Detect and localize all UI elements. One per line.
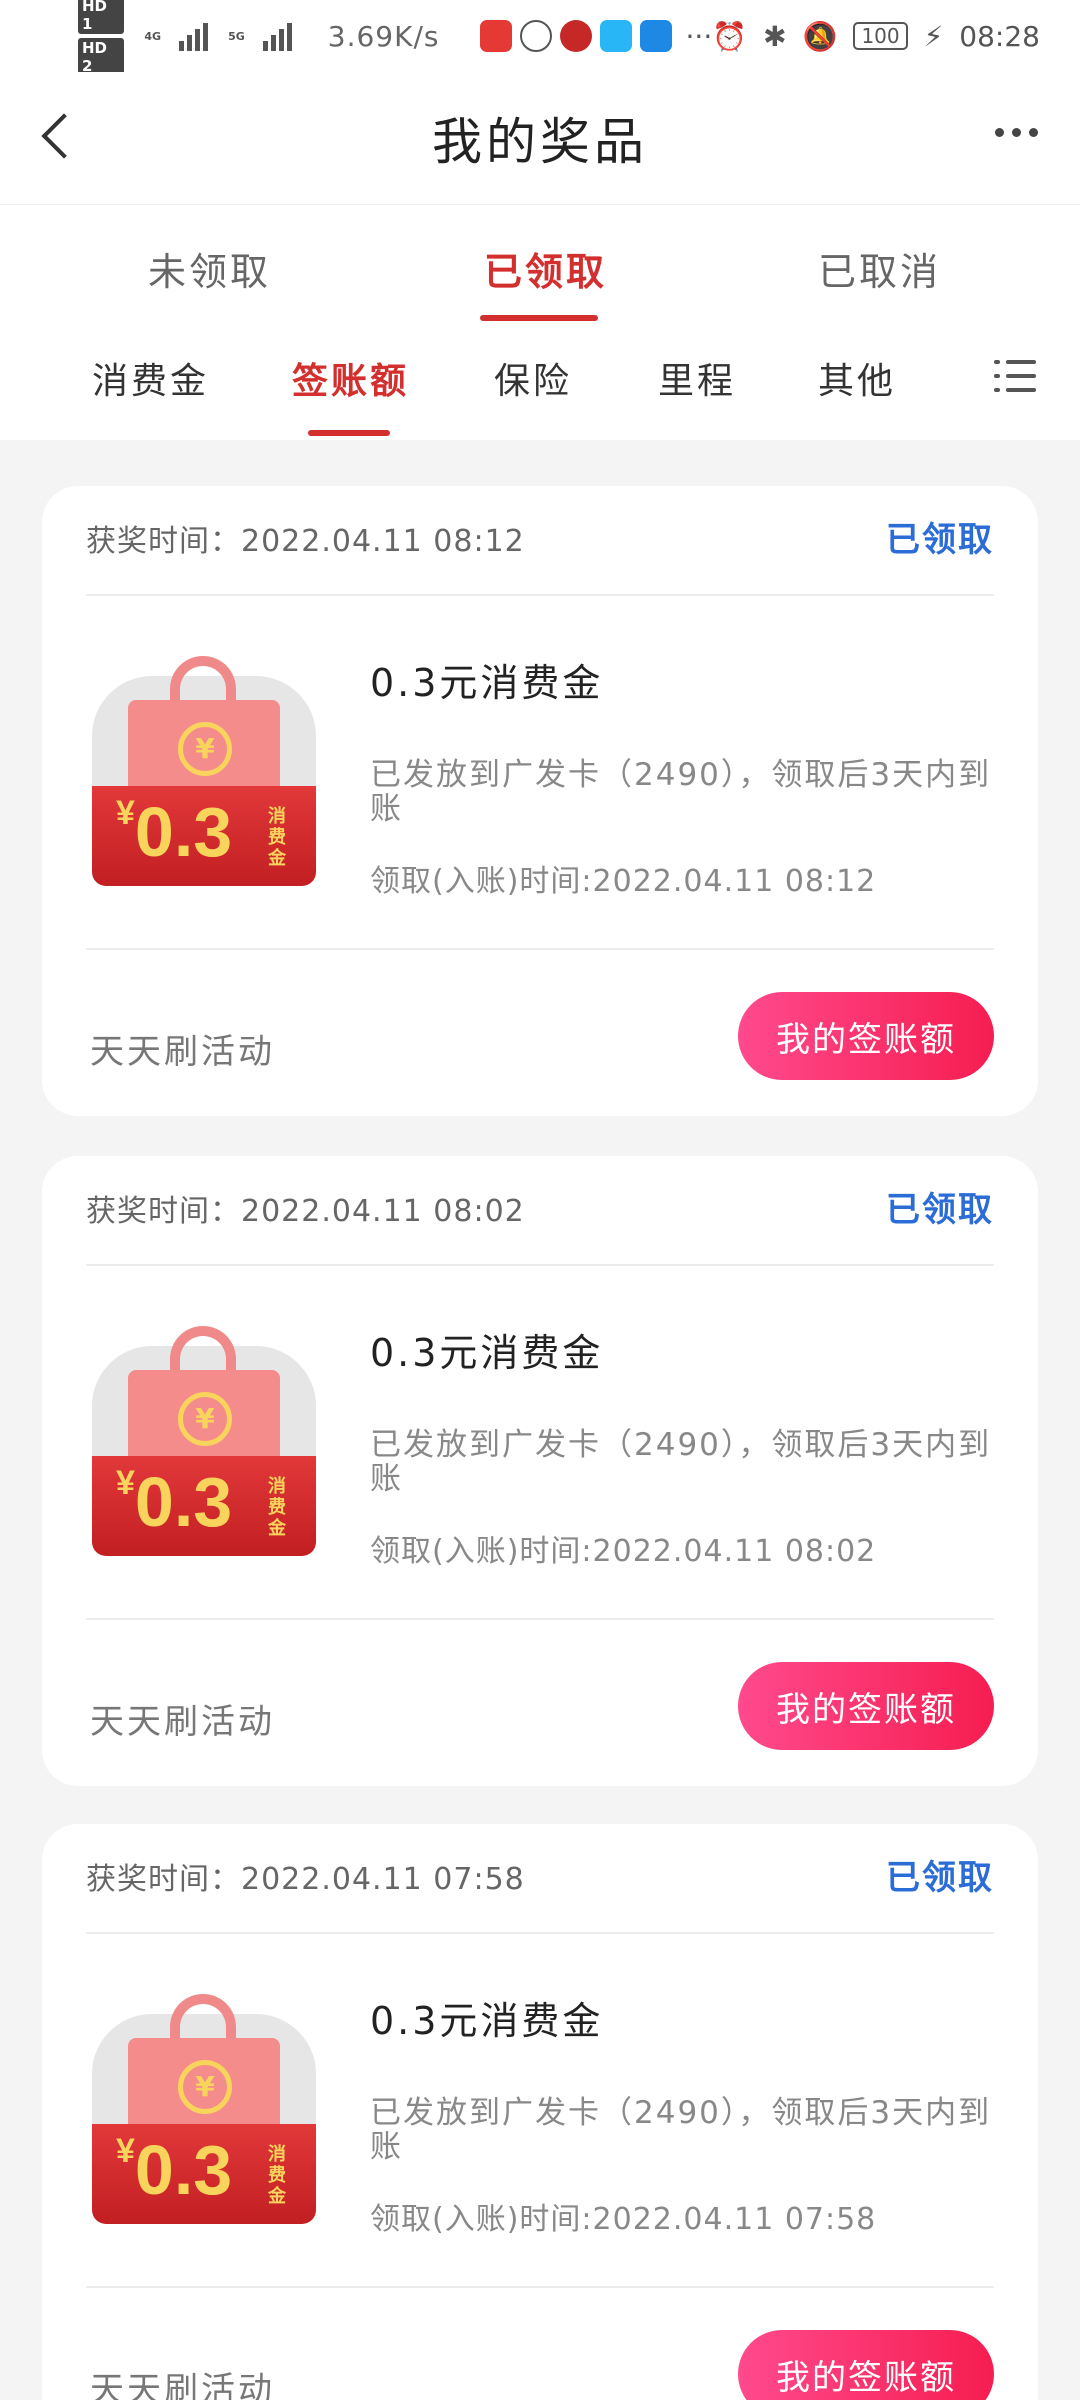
status-badge: 已领取 — [886, 1190, 994, 1230]
menu-list-icon[interactable] — [994, 358, 1036, 396]
award-time: 获奖时间：2022.04.11 08:02 — [86, 1194, 525, 1229]
tab-claimed[interactable]: 已领取 — [484, 241, 607, 296]
prize-title: 0.3元消费金 — [370, 1331, 604, 1375]
status-left: HD 1 HD 2 4G 5G 3.69K/s ··· — [78, 0, 712, 76]
divider — [86, 1264, 994, 1266]
main-tab-indicator — [480, 315, 598, 321]
my-billing-credit-button[interactable]: 我的签账额 — [738, 2330, 994, 2400]
main-tabs: 未领取 已领取 已取消 — [0, 204, 1080, 322]
header-bar: 我的奖品 — [0, 72, 1080, 204]
bag-tag: 消费金 — [268, 2144, 286, 2207]
award-time: 获奖时间：2022.04.11 08:12 — [86, 524, 525, 559]
prize-card: 获奖时间：2022.04.11 07:58 已领取 ¥ ¥0.3 消费金 0.3… — [42, 1824, 1038, 2400]
tab-cancelled[interactable]: 已取消 — [818, 241, 941, 296]
huawei-app-icon — [479, 20, 512, 52]
prize-card: 获奖时间：2022.04.11 08:12 已领取 ¥ ¥0.3 消费金 0.3… — [42, 486, 1038, 1116]
status-badge: 已领取 — [886, 520, 994, 560]
claim-time: 领取(入账)时间:2022.04.11 08:02 — [370, 1534, 877, 1569]
battery-indicator: 100 — [853, 22, 908, 50]
bag-tag: 消费金 — [268, 1476, 286, 1539]
category-tabs: · 消费金 签账额 保险 里程 其他 — [0, 322, 1080, 440]
my-billing-credit-button[interactable]: 我的签账额 — [738, 1662, 994, 1750]
page-title: 我的奖品 — [432, 113, 648, 171]
claim-time: 领取(入账)时间:2022.04.11 07:58 — [370, 2202, 877, 2237]
bag-amount: ¥0.3 — [116, 2131, 233, 2209]
bluetooth-icon: ✱ — [763, 19, 787, 53]
card-header: 获奖时间：2022.04.11 08:02 已领取 — [86, 1186, 994, 1256]
hd2-badge: HD 2 — [78, 38, 125, 76]
subtab-billing-credit[interactable]: 签账额 — [292, 352, 409, 404]
divider — [86, 2286, 994, 2288]
subtab-mileage[interactable]: 里程 — [658, 352, 736, 404]
status-right: ⏰ ✱ 🔕 100 ⚡ 08:28 — [712, 20, 1040, 53]
more-notifications-icon: ··· — [685, 19, 713, 53]
status-badge: 已领取 — [886, 1858, 994, 1898]
signal-icon — [179, 21, 209, 51]
prize-description: 已发放到广发卡（2490），领取后3天内到账 — [370, 757, 992, 827]
yen-coin-icon: ¥ — [178, 722, 232, 776]
subtab-consumption-credit[interactable]: 消费金 — [92, 352, 209, 404]
subtab-indicator — [308, 430, 390, 436]
yen-coin-icon: ¥ — [178, 1392, 232, 1446]
clock: 08:28 — [959, 19, 1040, 53]
network-type-2: 5G — [228, 29, 245, 43]
health-app-icon — [519, 20, 552, 52]
signal-icon-2 — [262, 21, 292, 51]
card-header: 获奖时间：2022.04.11 08:12 已领取 — [86, 516, 994, 586]
divider — [86, 1618, 994, 1620]
card-header: 获奖时间：2022.04.11 07:58 已领取 — [86, 1854, 994, 1924]
bag-amount: ¥0.3 — [116, 793, 233, 871]
prize-title: 0.3元消费金 — [370, 1999, 604, 2043]
tab-unclaimed[interactable]: 未领取 — [148, 241, 271, 296]
bank-app-icon — [559, 20, 592, 52]
subtab-insurance[interactable]: 保险 — [494, 352, 572, 404]
activity-name: 天天刷活动 — [90, 1032, 275, 1072]
mute-icon: 🔕 — [802, 19, 838, 53]
prize-description: 已发放到广发卡（2490），领取后3天内到账 — [370, 2095, 992, 2165]
network-speed: 3.69K/s — [327, 19, 440, 53]
shopping-bag-icon: ¥ ¥0.3 消费金 — [92, 656, 316, 886]
bag-amount: ¥0.3 — [116, 1463, 233, 1541]
car-app-icon — [639, 20, 672, 52]
charging-icon: ⚡ — [923, 19, 944, 53]
back-arrow-icon[interactable] — [38, 112, 78, 162]
hd1-badge: HD 1 — [78, 0, 125, 34]
prize-title: 0.3元消费金 — [370, 661, 604, 705]
yen-coin-icon: ¥ — [178, 2060, 232, 2114]
subtab-other[interactable]: 其他 — [818, 352, 896, 404]
divider — [86, 948, 994, 950]
prize-card: 获奖时间：2022.04.11 08:02 已领取 ¥ ¥0.3 消费金 0.3… — [42, 1156, 1038, 1786]
my-billing-credit-button[interactable]: 我的签账额 — [738, 992, 994, 1080]
activity-name: 天天刷活动 — [90, 2370, 275, 2400]
alarm-icon: ⏰ — [712, 19, 748, 53]
shopping-bag-icon: ¥ ¥0.3 消费金 — [92, 1326, 316, 1556]
status-bar: HD 1 HD 2 4G 5G 3.69K/s ··· ⏰ ✱ 🔕 100 ⚡ … — [0, 0, 1080, 76]
hd-indicators: HD 1 HD 2 — [78, 0, 125, 76]
more-dots-icon[interactable] — [995, 128, 1038, 137]
delivery-app-icon — [599, 20, 632, 52]
divider — [86, 1932, 994, 1934]
network-type-1: 4G — [144, 29, 162, 43]
notification-icons: ··· — [479, 19, 713, 53]
award-time: 获奖时间：2022.04.11 07:58 — [86, 1862, 525, 1897]
prize-description: 已发放到广发卡（2490），领取后3天内到账 — [370, 1427, 992, 1497]
activity-name: 天天刷活动 — [90, 1702, 275, 1742]
divider — [86, 594, 994, 596]
bag-tag: 消费金 — [268, 806, 286, 869]
shopping-bag-icon: ¥ ¥0.3 消费金 — [92, 1994, 316, 2224]
claim-time: 领取(入账)时间:2022.04.11 08:12 — [370, 864, 877, 899]
